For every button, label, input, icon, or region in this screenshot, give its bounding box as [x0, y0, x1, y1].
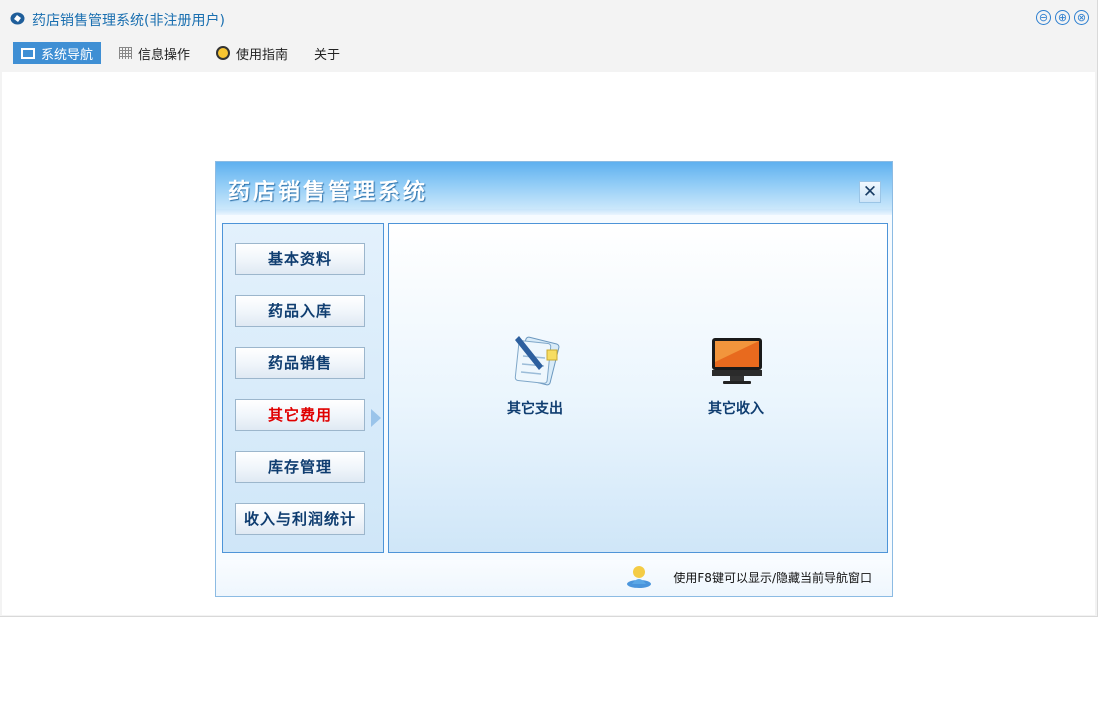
nav-button-stock-in[interactable]: 药品入库: [235, 295, 365, 327]
nav-item-other-income[interactable]: 其它收入: [676, 332, 796, 418]
nav-button-inventory[interactable]: 库存管理: [235, 451, 365, 483]
minimize-icon[interactable]: ⊖: [1036, 10, 1051, 25]
user-hint-icon: [627, 566, 651, 588]
nav-button-other-expenses[interactable]: 其它费用: [235, 399, 365, 431]
notepad-icon: [514, 336, 560, 386]
nav-button-basic-info[interactable]: 基本资料: [235, 243, 365, 275]
nav-main-panel: 其它支出 其它收入: [388, 223, 888, 553]
app-logo-icon: [10, 12, 25, 25]
active-arrow-icon: [371, 409, 381, 427]
dialog-title: 药店销售管理系统: [228, 179, 429, 205]
menu-item-label: 信息操作: [138, 47, 191, 63]
menu-item-user-guide[interactable]: 使用指南: [208, 42, 296, 64]
nav-button-sales[interactable]: 药品销售: [235, 347, 365, 379]
maximize-icon[interactable]: ⊕: [1055, 10, 1070, 25]
nav-item-label: 其它收入: [708, 401, 764, 417]
bulb-icon: [216, 46, 231, 60]
menu-bar: 系统导航 信息操作 使用指南 关于: [13, 42, 358, 64]
nav-button-profit-stats[interactable]: 收入与利润统计: [235, 503, 365, 535]
nav-item-label: 其它支出: [507, 401, 563, 417]
window-controls: ⊖ ⊕ ⊗: [1036, 10, 1089, 25]
dialog-close-button[interactable]: ✕: [859, 181, 881, 203]
menu-item-about[interactable]: 关于: [306, 42, 348, 64]
title-bar: 药店销售管理系统(非注册用户) ⊖ ⊕ ⊗: [0, 0, 1097, 38]
navigation-dialog: 药店销售管理系统 ✕ 基本资料 药品入库 药品销售 其它费用 库存管理 收入与利…: [215, 161, 893, 597]
dialog-footer: 使用F8键可以显示/隐藏当前导航窗口: [216, 560, 892, 596]
close-icon[interactable]: ⊗: [1074, 10, 1089, 25]
app-title: 药店销售管理系统(非注册用户): [32, 13, 225, 29]
monitor-icon: [21, 47, 35, 59]
grid-icon: [119, 47, 133, 59]
footer-hint-text: 使用F8键可以显示/隐藏当前导航窗口: [673, 571, 872, 585]
menu-item-system-nav[interactable]: 系统导航: [13, 42, 102, 64]
menu-item-label: 系统导航: [41, 47, 94, 63]
menu-item-label: 使用指南: [236, 47, 289, 63]
dialog-header: 药店销售管理系统 ✕: [216, 162, 892, 215]
monitor-screen-icon: [712, 338, 762, 384]
menu-item-label: 关于: [314, 47, 341, 63]
menu-item-info-ops[interactable]: 信息操作: [111, 42, 198, 64]
nav-item-other-expense[interactable]: 其它支出: [475, 332, 595, 418]
nav-sidebar: 基本资料 药品入库 药品销售 其它费用 库存管理 收入与利润统计: [222, 223, 384, 553]
